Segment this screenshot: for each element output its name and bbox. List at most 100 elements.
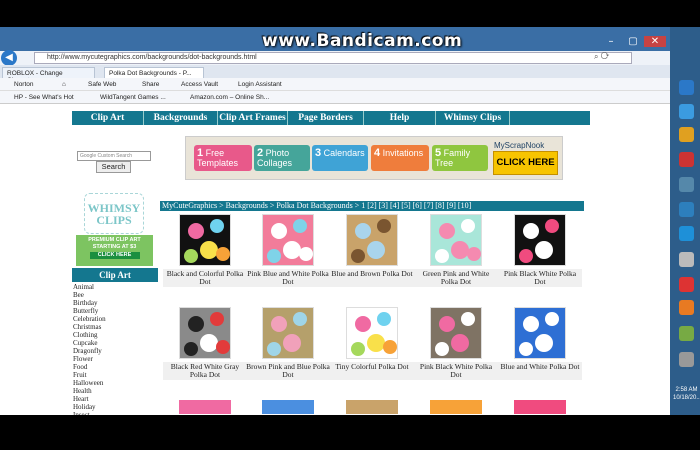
thumbnail-caption[interactable]: Black Red White Gray Polka Dot [163,362,247,380]
thumbnail-image[interactable] [262,307,314,359]
ad-banner[interactable]: 1 Free Templates 2 Photo Collages 3 Cale… [185,136,563,180]
home-icon[interactable]: ⌂ [62,81,66,88]
minimize-icon[interactable]: – [600,36,622,47]
nav-backgrounds[interactable]: Backgrounds [144,111,218,125]
app-icon[interactable] [679,252,694,267]
background-thumbnail[interactable] [262,400,314,414]
search-input[interactable]: Google Custom Search [77,151,151,161]
whimsy-clips-logo[interactable]: WHIMSY CLIPS [84,193,144,234]
ie-icon[interactable] [679,80,694,95]
sidebar-link[interactable]: Fruit [73,371,157,379]
background-thumbnail[interactable]: Green Pink and White Polka Dot [414,214,498,287]
background-thumbnail[interactable]: Brown Pink and Blue Polka Dot [246,307,330,380]
app-icon[interactable] [679,127,694,142]
sidebar-link[interactable]: Halloween [73,379,157,387]
music-icon[interactable] [679,277,694,292]
breadcrumb[interactable]: MyCuteGraphics > Backgrounds > Polka Dot… [160,201,584,211]
share-button[interactable]: Share [142,81,159,88]
banner-family-tree[interactable]: 5 Family Tree [432,145,488,171]
nav-clip-art-frames[interactable]: Clip Art Frames [218,111,288,125]
ad-click-button[interactable]: CLICK HERE [493,151,558,175]
rocket-icon[interactable] [679,104,694,119]
thumbnail-caption[interactable]: Blue and White Polka Dot [498,362,582,380]
maximize-icon[interactable]: ▢ [622,36,644,47]
login-assistant-button[interactable]: Login Assistant [238,81,282,88]
thumbnail-caption[interactable]: Pink Blue and White Polka Dot [246,269,330,287]
norton-button[interactable]: Norton [14,81,34,88]
thumbnail-image[interactable] [179,307,231,359]
url-input[interactable]: http://www.mycutegraphics.com/background… [34,52,632,64]
banner-photo-collages[interactable]: 2 Photo Collages [254,145,310,171]
thumbnail-image[interactable] [346,214,398,266]
app-icon[interactable] [679,177,694,192]
safe-web-button[interactable]: Safe Web [88,81,116,88]
background-thumbnail[interactable]: Black and Colorful Polka Dot [163,214,247,287]
app-icon[interactable] [679,152,694,167]
tab-polka-dot[interactable]: Polka Dot Backgrounds - P... [104,67,204,78]
sidebar-link[interactable]: Dragonfly [73,347,157,355]
banner-calendars[interactable]: 3 Calendars [312,145,368,171]
thumbnail-image[interactable] [262,214,314,266]
back-button[interactable]: ◀ [1,50,17,66]
app-icon[interactable] [679,326,694,341]
close-icon[interactable]: ✕ [644,36,666,47]
access-vault-button[interactable]: Access Vault [181,81,218,88]
background-thumbnail[interactable]: Blue and White Polka Dot [498,307,582,380]
sidebar-link[interactable]: Butterfly [73,307,157,315]
app-icon[interactable] [679,300,694,315]
sidebar-link[interactable]: Animal [73,283,157,291]
thumbnail-image[interactable] [514,214,566,266]
thumbnail-caption[interactable]: Blue and Brown Polka Dot [330,269,414,287]
thumbnail-caption[interactable]: Black and Colorful Polka Dot [163,269,247,287]
thumbnail-caption[interactable]: Tiny Colorful Polka Dot [330,362,414,380]
background-thumbnail[interactable]: Blue and Brown Polka Dot [330,214,414,287]
background-thumbnail[interactable] [430,400,482,414]
banner-invitations[interactable]: 4 Invitations [371,145,429,171]
background-thumbnail[interactable]: Tiny Colorful Polka Dot [330,307,414,380]
tab-roblox[interactable]: ROBLOX - Change Character [2,67,95,84]
sidebar-link[interactable]: Celebration [73,315,157,323]
thumbnail-image[interactable] [430,214,482,266]
refresh-icon[interactable]: ⟳ [601,52,610,61]
sidebar-link[interactable]: Birthday [73,299,157,307]
sidebar-link[interactable]: Bee [73,291,157,299]
app-icon[interactable] [679,202,694,217]
premium-clip-art-ad[interactable]: PREMIUM CLIP ART STARTING AT $3 CLICK HE… [76,235,153,266]
thumbnail-caption[interactable]: Brown Pink and Blue Polka Dot [246,362,330,380]
background-thumbnail[interactable] [179,400,231,414]
background-thumbnail[interactable] [346,400,398,414]
sidebar-link[interactable]: Insect [73,411,157,415]
thumbnail-caption[interactable]: Pink Black White Polka Dot [498,269,582,287]
nav-clip-art[interactable]: Clip Art [72,111,144,125]
app-icon[interactable] [679,226,694,241]
premium-click-button[interactable]: CLICK HERE [89,252,140,259]
search-button[interactable]: Search [96,161,131,173]
background-thumbnail[interactable] [514,400,566,414]
sidebar-link[interactable]: Food [73,363,157,371]
background-thumbnail[interactable]: Pink Black White Polka Dot [414,307,498,380]
sidebar-link[interactable]: Holiday [73,403,157,411]
thumbnail-caption[interactable]: Green Pink and White Polka Dot [414,269,498,287]
background-thumbnail[interactable]: Pink Black White Polka Dot [498,214,582,287]
nav-page-borders[interactable]: Page Borders [288,111,364,125]
banner-free-templates[interactable]: 1 Free Templates [194,145,252,171]
network-icon[interactable] [679,352,694,367]
sidebar-link[interactable]: Health [73,387,157,395]
sidebar-link[interactable]: Cupcake [73,339,157,347]
favorite-amazon[interactable]: Amazon.com – Online Sh... [190,94,269,101]
background-thumbnail[interactable]: Black Red White Gray Polka Dot [163,307,247,380]
sidebar-link[interactable]: Flower [73,355,157,363]
background-thumbnail[interactable]: Pink Blue and White Polka Dot [246,214,330,287]
thumbnail-image[interactable] [179,214,231,266]
sidebar-link[interactable]: Clothing [73,331,157,339]
nav-whimsy-clips[interactable]: Whimsy Clips [436,111,510,125]
thumbnail-image[interactable] [346,307,398,359]
thumbnail-image[interactable] [514,307,566,359]
sidebar-link[interactable]: Heart [73,395,157,403]
search-icon[interactable]: ⌕ [594,52,598,61]
thumbnail-image[interactable] [430,307,482,359]
nav-help[interactable]: Help [364,111,436,125]
sidebar-link[interactable]: Christmas [73,323,157,331]
favorite-hp[interactable]: HP - See What's Hot [14,94,74,101]
thumbnail-caption[interactable]: Pink Black White Polka Dot [414,362,498,380]
